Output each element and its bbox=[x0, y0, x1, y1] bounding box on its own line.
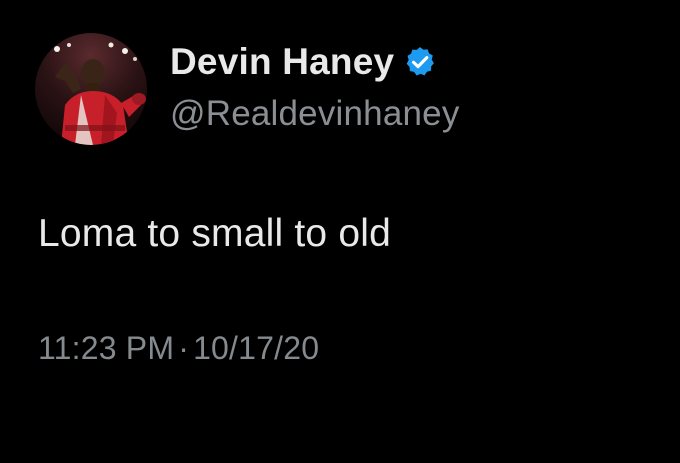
avatar-photo bbox=[35, 33, 147, 145]
meta-separator: · bbox=[178, 330, 190, 366]
tweet-date: 10/17/20 bbox=[193, 330, 320, 366]
verified-badge-icon bbox=[403, 45, 437, 79]
author-avatar[interactable] bbox=[35, 33, 147, 145]
tweet-time: 11:23 PM bbox=[38, 330, 175, 366]
tweet-text: Loma to small to old bbox=[38, 212, 392, 255]
name-row: Devin Haney bbox=[170, 38, 460, 86]
author-display-name[interactable]: Devin Haney bbox=[170, 41, 394, 83]
tweet-card: Devin Haney @Realdevinhaney Loma to smal… bbox=[0, 0, 680, 463]
author-handle[interactable]: @Realdevinhaney bbox=[170, 94, 460, 134]
tweet-timestamp[interactable]: 11:23 PM · 10/17/20 bbox=[38, 330, 319, 367]
author-block: Devin Haney @Realdevinhaney bbox=[170, 38, 460, 134]
